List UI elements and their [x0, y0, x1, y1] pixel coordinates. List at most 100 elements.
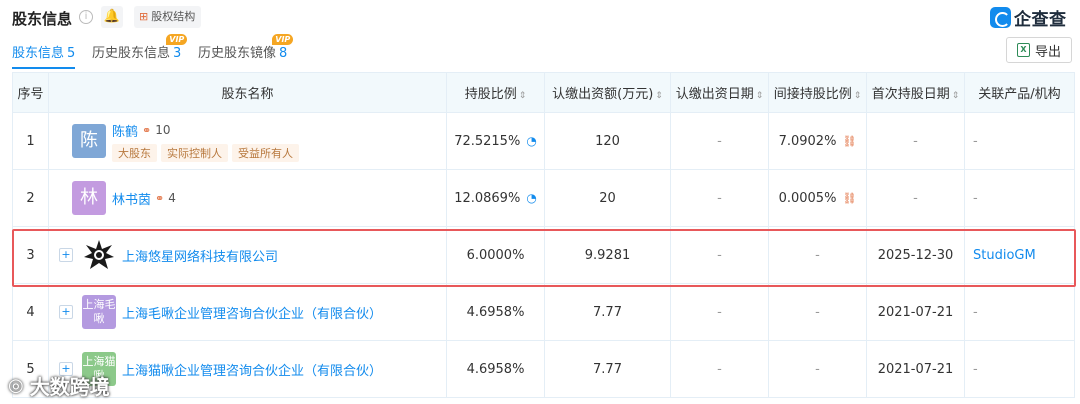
product-cell: StudioGM [964, 226, 1075, 284]
tab-count: 5 [67, 46, 76, 61]
equity-structure-label: 股权结构 [151, 10, 196, 23]
logo-mark-icon [990, 6, 1011, 28]
table-row: 2 林 林书茵 ⚭ 4 12.0869%◔ 20 - 0.0005%⛓ - [12, 169, 1075, 227]
chain-icon[interactable]: ⛓ [842, 135, 856, 148]
excel-icon: X [1016, 43, 1030, 57]
date-cell: - [670, 283, 769, 341]
equity-structure-button[interactable]: ⊞ 股权结构 [134, 6, 202, 28]
table-row: 4 + 上海毛啾 上海毛啾企业管理咨询合伙企业（有限合伙） 4.6958% 7.… [12, 283, 1075, 341]
col-header-name: 股东名称 [48, 72, 447, 113]
bell-icon[interactable]: 🔔 [101, 6, 123, 28]
shareholder-cell: + 上海毛啾 上海毛啾企业管理咨询合伙企业（有限合伙） [48, 283, 447, 341]
capital-cell: 9.9281 [544, 226, 671, 284]
product-cell: - [964, 169, 1075, 227]
tab-count: 3 [173, 46, 182, 61]
watermark-icon: ◎ [8, 375, 24, 396]
export-label: 导出 [1034, 44, 1061, 60]
row-index: 4 [12, 283, 49, 341]
export-button[interactable]: X 导出 [1006, 37, 1072, 63]
product-link[interactable]: StudioGM [973, 248, 1036, 263]
indirect-cell: 7.0902% ⛓ [768, 112, 867, 170]
structure-icon: ⊞ [139, 10, 149, 23]
row-index: 3 [12, 226, 49, 284]
col-header-first-date[interactable]: 首次持股日期 ⇕ [866, 72, 965, 113]
company-logo [82, 238, 116, 272]
col-header-indirect[interactable]: 间接持股比例 ⇕ [768, 72, 867, 113]
top-bar: 股东信息 i 🔔 ⊞ 股权结构 企查查 [0, 0, 1080, 34]
capital-cell: 7.77 [544, 283, 671, 341]
shareholder-name-link[interactable]: 上海猫啾企业管理咨询合伙企业（有限合伙） [122, 364, 382, 379]
capital-cell: 120 [544, 112, 671, 170]
logo-text: 企查查 [1014, 9, 1067, 30]
shareholder-name-link[interactable]: 林书茵 [112, 189, 151, 208]
avatar: 上海毛啾 [82, 295, 116, 329]
ratio-cell: 12.0869% ◔ [446, 169, 545, 227]
tab-label: 股东信息 [12, 46, 65, 61]
shareholder-name-link[interactable]: 陈鹤 [112, 121, 138, 140]
col-header-product: 关联产品/机构 [964, 72, 1075, 113]
avatar: 林 [72, 181, 106, 215]
row-index: 1 [12, 112, 49, 170]
tab-label: 历史股东镜像 [198, 46, 277, 61]
shareholder-cell: + 上海悠星网络科技有限公司 [48, 226, 447, 284]
ratio-cell: 72.5215% ◔ [446, 112, 545, 170]
watermark-text: 大数跨境 [29, 375, 110, 399]
date-cell: - [670, 340, 769, 398]
tab-shareholders[interactable]: 股东信息 5 [12, 42, 76, 69]
sort-icon[interactable]: ⇕ [854, 91, 862, 101]
shareholder-name-link[interactable]: 上海毛啾企业管理咨询合伙企业（有限合伙） [122, 307, 382, 322]
col-header-ratio[interactable]: 持股比例 ⇕ [446, 72, 545, 113]
pie-chart-icon[interactable]: ◔ [526, 191, 536, 205]
capital-cell: 20 [544, 169, 671, 227]
date-cell: - [670, 169, 769, 227]
col-header-date[interactable]: 认缴出资日期 ⇕ [670, 72, 769, 113]
sort-icon[interactable]: ⇕ [655, 91, 663, 101]
col-header-capital[interactable]: 认缴出资额(万元) ⇕ [544, 72, 671, 113]
shareholder-name-link[interactable]: 上海悠星网络科技有限公司 [122, 250, 278, 265]
ratio-cell: 4.6958% [446, 340, 545, 398]
watermark: ◎ 大数跨境 [8, 371, 110, 400]
ratio-cell: 4.6958% [446, 283, 545, 341]
tag-major-shareholder: 大股东 [112, 143, 157, 162]
col-header-index: 序号 [12, 72, 49, 113]
tab-count: 8 [279, 46, 288, 61]
indirect-cell: 0.0005% ⛓ [768, 169, 867, 227]
info-icon[interactable]: i [79, 10, 93, 24]
table-row: 5 + 上海猫啾 上海猫啾企业管理咨询合伙企业（有限合伙） 4.6958% 7.… [12, 340, 1075, 398]
date-cell: - [670, 112, 769, 170]
first-date-cell: 2021-07-21 [866, 340, 965, 398]
tab-label: 历史股东信息 [92, 46, 171, 61]
relation-count: 10 [155, 123, 171, 137]
chain-icon[interactable]: ⛓ [842, 192, 856, 205]
row-index: 2 [12, 169, 49, 227]
tag-actual-controller: 实际控制人 [161, 143, 228, 162]
indirect-cell: - [768, 283, 867, 341]
tag-beneficial-owner: 受益所有人 [232, 143, 299, 162]
sort-icon[interactable]: ⇕ [952, 91, 960, 101]
product-cell: - [964, 283, 1075, 341]
first-date-cell: 2021-07-21 [866, 283, 965, 341]
pie-chart-icon[interactable]: ◔ [526, 134, 536, 148]
first-date-cell: - [866, 169, 965, 227]
section-title: 股东信息 [12, 10, 73, 28]
relation-icon[interactable]: ⚭ [142, 124, 151, 137]
tab-history-mirror[interactable]: 历史股东镜像 8 VIP [198, 34, 294, 61]
sort-icon[interactable]: ⇕ [519, 91, 527, 101]
table-row: 1 陈 陈鹤 ⚭ 10 大股东 实际控制人 受益所有人 72.5215% ◔ 1… [12, 112, 1075, 170]
shareholder-cell: 陈 陈鹤 ⚭ 10 大股东 实际控制人 受益所有人 [48, 112, 447, 170]
avatar: 陈 [72, 124, 106, 158]
indirect-cell: - [768, 340, 867, 398]
company-logo-icon [84, 240, 114, 269]
sort-icon[interactable]: ⇕ [756, 91, 764, 101]
tab-history-shareholders[interactable]: 历史股东信息 3 VIP [92, 34, 188, 61]
first-date-cell: - [866, 112, 965, 170]
shareholder-table: 序号 股东名称 持股比例 ⇕ 认缴出资额(万元) ⇕ 认缴出资日期 ⇕ 间接持股比例 ⇕… [12, 72, 1075, 398]
expand-toggle[interactable]: + [59, 248, 73, 262]
first-date-cell: 2025-12-30 [866, 226, 965, 284]
indirect-cell: - [768, 226, 867, 284]
ratio-cell: 6.0000% [446, 226, 545, 284]
relation-icon[interactable]: ⚭ [155, 192, 164, 205]
product-cell: - [964, 340, 1075, 398]
expand-toggle[interactable]: + [59, 305, 73, 319]
table-row: 3 + 上海悠星网络科技有限公司 6.0000% 9.9281 - - 2025… [12, 226, 1075, 284]
